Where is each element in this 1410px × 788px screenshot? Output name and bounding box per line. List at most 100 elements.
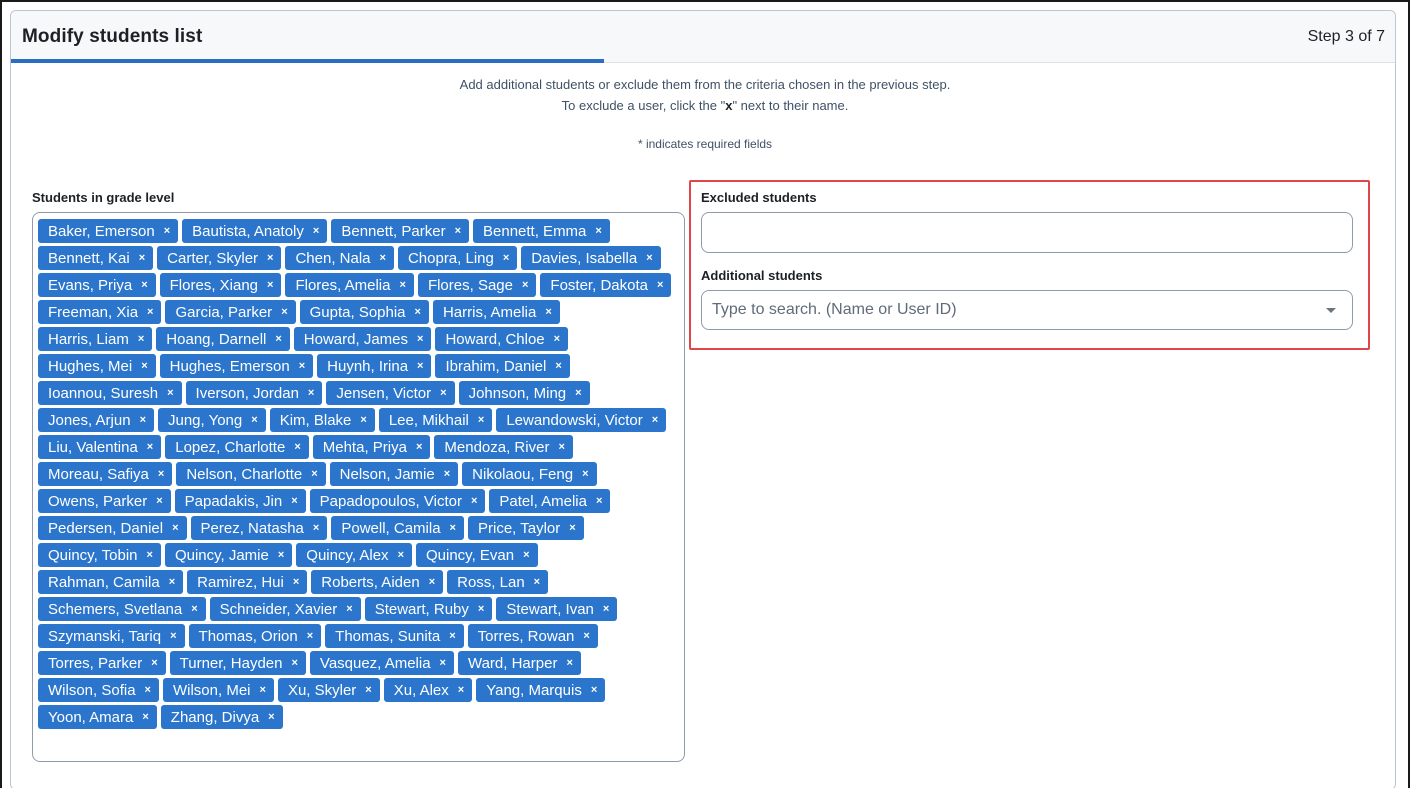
remove-icon[interactable]: × [268, 711, 274, 723]
student-tag[interactable]: Hughes, Emerson × [159, 354, 314, 378]
student-tag[interactable]: Iverson, Jordan × [185, 381, 323, 405]
student-tag[interactable]: Davies, Isabella × [521, 246, 661, 270]
student-tag[interactable]: Hoang, Darnell × [156, 327, 290, 351]
remove-icon[interactable]: × [281, 306, 287, 318]
remove-icon[interactable]: × [591, 684, 597, 696]
student-tag[interactable]: Bennett, Emma × [473, 219, 610, 243]
student-tag[interactable]: Bennett, Kai × [38, 246, 154, 270]
remove-icon[interactable]: × [415, 306, 421, 318]
student-tag[interactable]: Bautista, Anatoly × [182, 219, 328, 243]
student-tag[interactable]: Ibrahim, Daniel × [435, 354, 570, 378]
remove-icon[interactable]: × [444, 468, 450, 480]
remove-icon[interactable]: × [164, 225, 170, 237]
remove-icon[interactable]: × [267, 252, 273, 264]
student-tag[interactable]: Vasquez, Amelia × [309, 651, 454, 675]
student-tag[interactable]: Garcia, Parker × [165, 300, 296, 324]
remove-icon[interactable]: × [450, 522, 456, 534]
student-tag[interactable]: Liu, Valentina × [38, 435, 162, 459]
remove-icon[interactable]: × [522, 279, 528, 291]
student-tag[interactable]: Stewart, Ruby × [364, 597, 493, 621]
student-tag[interactable]: Quincy, Tobin × [38, 543, 161, 567]
remove-icon[interactable]: × [595, 225, 601, 237]
student-tag[interactable]: Evans, Priya × [38, 273, 156, 297]
remove-icon[interactable]: × [251, 414, 257, 426]
remove-icon[interactable]: × [294, 441, 300, 453]
remove-icon[interactable]: × [346, 603, 352, 615]
student-tag[interactable]: Yang, Marquis × [476, 678, 606, 702]
student-tag[interactable]: Harris, Liam × [38, 327, 153, 351]
student-tag[interactable]: Powell, Camila × [331, 516, 464, 540]
student-tag[interactable]: Jones, Arjun × [38, 408, 154, 432]
student-tag[interactable]: Howard, Chloe × [435, 327, 569, 351]
student-tag[interactable]: Torres, Parker × [38, 651, 166, 675]
remove-icon[interactable]: × [582, 468, 588, 480]
student-tag[interactable]: Jensen, Victor × [326, 381, 455, 405]
remove-icon[interactable]: × [440, 657, 446, 669]
remove-icon[interactable]: × [558, 441, 564, 453]
student-tag[interactable]: Patel, Amelia × [489, 489, 611, 513]
remove-icon[interactable]: × [400, 279, 406, 291]
student-tag[interactable]: Yoon, Amara × [38, 705, 157, 729]
student-tag[interactable]: Schemers, Svetlana × [38, 597, 206, 621]
remove-icon[interactable]: × [646, 252, 652, 264]
remove-icon[interactable]: × [417, 360, 423, 372]
remove-icon[interactable]: × [172, 522, 178, 534]
remove-icon[interactable]: × [313, 522, 319, 534]
student-tag[interactable]: Moreau, Safiya × [38, 462, 173, 486]
remove-icon[interactable]: × [145, 684, 151, 696]
remove-icon[interactable]: × [275, 333, 281, 345]
remove-icon[interactable]: × [523, 549, 529, 561]
student-tag[interactable]: Perez, Natasha × [190, 516, 328, 540]
student-tag[interactable]: Huynh, Irina × [317, 354, 432, 378]
student-tag[interactable]: Papadakis, Jin × [174, 489, 306, 513]
remove-icon[interactable]: × [151, 657, 157, 669]
remove-icon[interactable]: × [478, 414, 484, 426]
remove-icon[interactable]: × [141, 360, 147, 372]
student-tag[interactable]: Foster, Dakota × [540, 273, 672, 297]
remove-icon[interactable]: × [260, 684, 266, 696]
student-tag[interactable]: Hughes, Mei × [38, 354, 156, 378]
student-tag[interactable]: Freeman, Xia × [38, 300, 162, 324]
student-tag[interactable]: Nelson, Jamie × [329, 462, 459, 486]
student-tag[interactable]: Ross, Lan × [447, 570, 549, 594]
remove-icon[interactable]: × [417, 333, 423, 345]
student-tag[interactable]: Lopez, Charlotte × [165, 435, 309, 459]
student-tag[interactable]: Rahman, Camila × [38, 570, 184, 594]
student-tag[interactable]: Harris, Amelia × [432, 300, 560, 324]
student-tag[interactable]: Kim, Blake × [269, 408, 375, 432]
student-tag[interactable]: Lewandowski, Victor × [496, 408, 667, 432]
additional-students-search-input[interactable] [712, 301, 1326, 319]
remove-icon[interactable]: × [167, 387, 173, 399]
remove-icon[interactable]: × [140, 414, 146, 426]
remove-icon[interactable]: × [278, 549, 284, 561]
student-tag[interactable]: Carter, Skyler × [157, 246, 282, 270]
remove-icon[interactable]: × [603, 603, 609, 615]
remove-icon[interactable]: × [429, 576, 435, 588]
student-tag[interactable]: Szymanski, Tariq × [38, 624, 185, 648]
student-tag[interactable]: Price, Taylor × [467, 516, 584, 540]
student-tag[interactable]: Pedersen, Daniel × [38, 516, 187, 540]
remove-icon[interactable]: × [569, 522, 575, 534]
remove-icon[interactable]: × [583, 630, 589, 642]
remove-icon[interactable]: × [503, 252, 509, 264]
student-tag[interactable]: Stewart, Ivan × [496, 597, 618, 621]
student-tag[interactable]: Roberts, Aiden × [311, 570, 444, 594]
remove-icon[interactable]: × [360, 414, 366, 426]
student-tag[interactable]: Thomas, Orion × [188, 624, 322, 648]
student-tag[interactable]: Thomas, Sunita × [325, 624, 464, 648]
remove-icon[interactable]: × [299, 360, 305, 372]
remove-icon[interactable]: × [158, 468, 164, 480]
remove-icon[interactable]: × [267, 279, 273, 291]
student-tag[interactable]: Howard, James × [293, 327, 432, 351]
student-tag[interactable]: Mehta, Priya × [312, 435, 431, 459]
student-tag[interactable]: Papadopoulos, Victor × [309, 489, 486, 513]
student-tag[interactable]: Wilson, Sofia × [38, 678, 159, 702]
student-tag[interactable]: Zhang, Divya × [160, 705, 283, 729]
remove-icon[interactable]: × [170, 630, 176, 642]
grade-level-students-box[interactable]: Baker, Emerson × Bautista, Anatoly × Bennett… [32, 212, 685, 762]
remove-icon[interactable]: × [534, 576, 540, 588]
remove-icon[interactable]: × [138, 333, 144, 345]
remove-icon[interactable]: × [169, 576, 175, 588]
student-tag[interactable]: Ioannou, Suresh × [38, 381, 182, 405]
remove-icon[interactable]: × [398, 549, 404, 561]
